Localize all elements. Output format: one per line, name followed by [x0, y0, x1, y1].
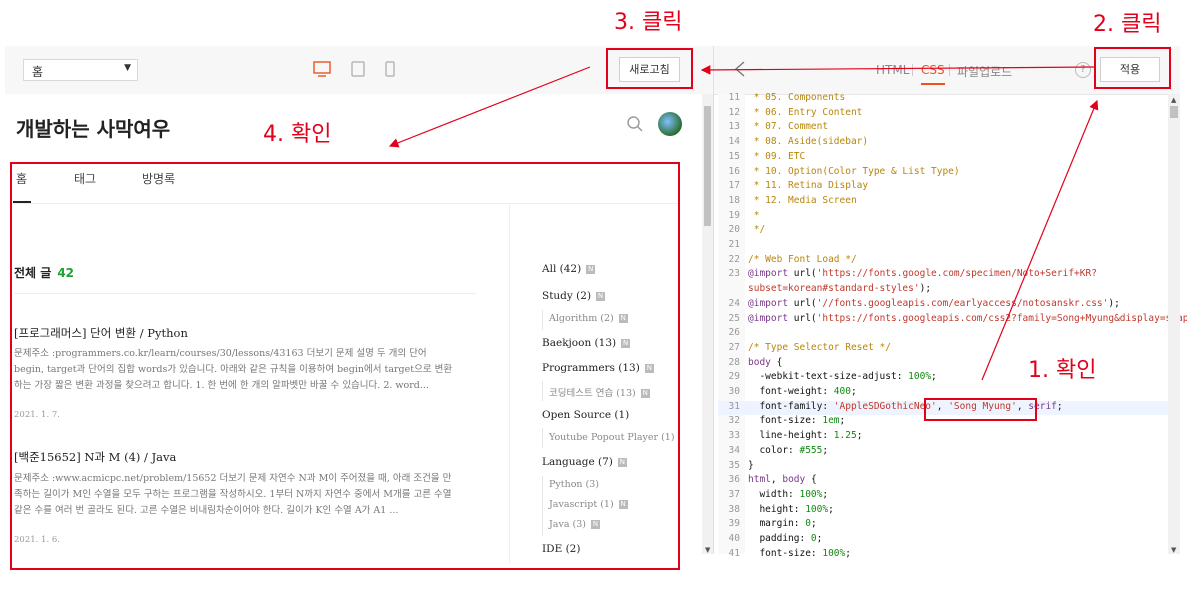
arrow-step2-to-refresh — [700, 65, 1095, 75]
annotation-step3: 3. 클릭 — [614, 10, 683, 35]
annotation-arrows — [388, 65, 1099, 381]
arrow-step3-to-preview — [388, 66, 591, 148]
annotation-step4: 4. 확인 — [263, 122, 332, 147]
annotation-step2: 2. 클릭 — [1093, 12, 1162, 37]
annotation-step1: 1. 확인 — [1028, 358, 1097, 383]
arrow-step1-to-apply — [981, 99, 1099, 381]
